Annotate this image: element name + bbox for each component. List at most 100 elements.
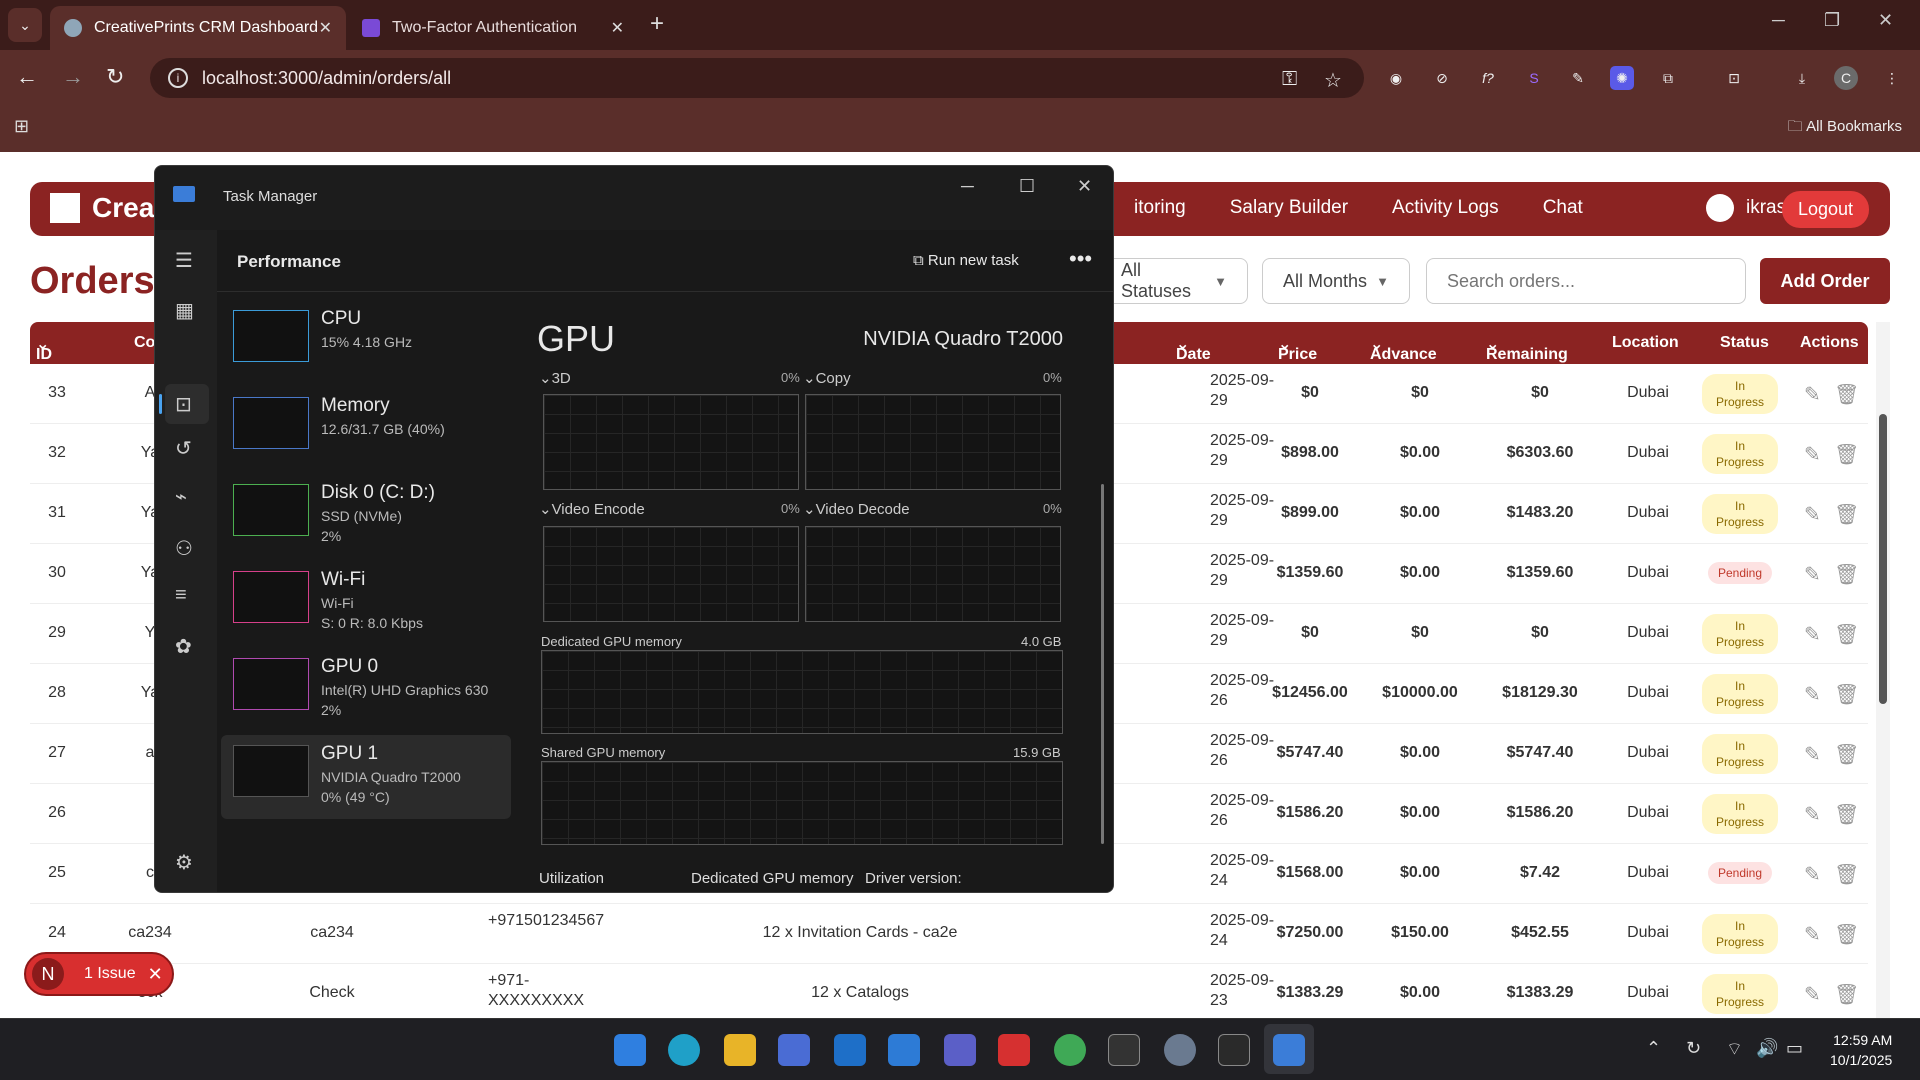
edit-pencil-icon[interactable]: ✎ (1804, 682, 1821, 707)
performance-icon[interactable]: ⊡ (175, 392, 192, 417)
edit-pencil-icon[interactable]: ✎ (1804, 442, 1821, 467)
edit-pencil-icon[interactable]: ✎ (1804, 922, 1821, 947)
back-icon[interactable]: ← (16, 64, 38, 90)
col-id[interactable]: ID ⌄ (36, 334, 52, 363)
status-filter[interactable]: All Statuses ▼ (1100, 258, 1248, 304)
details-icon[interactable]: ≡ (175, 584, 187, 607)
nav-monitoring[interactable]: itoring (1134, 197, 1186, 219)
start-windows-icon[interactable] (614, 1034, 646, 1066)
minimize-icon[interactable]: ─ (1772, 10, 1785, 31)
tab-crm-dashboard[interactable]: CreativePrints CRM Dashboard ✕ (50, 6, 346, 50)
battery-icon[interactable]: ▭ (1786, 1038, 1803, 1059)
site-info-icon[interactable]: i (168, 68, 188, 88)
tray-overflow-icon[interactable]: ⌃ (1646, 1038, 1661, 1059)
tab-search-chevron-icon[interactable]: ⌄ (8, 8, 42, 42)
wifi-icon[interactable]: ⌔ (1726, 1038, 1743, 1061)
chrome-icon[interactable] (1054, 1034, 1086, 1066)
table-row[interactable]: eckCheck+971-XXXXXXXXX12 x Catalogs2025-… (30, 964, 1868, 1024)
delete-trash-icon[interactable]: 🗑 (1834, 382, 1859, 407)
sync-icon[interactable]: ↻ (1686, 1038, 1701, 1059)
delete-trash-icon[interactable]: 🗑 (1834, 742, 1859, 767)
delete-trash-icon[interactable]: 🗑 (1834, 622, 1859, 647)
download-icon[interactable]: ⤓ (1790, 66, 1814, 90)
engine-video-encode-label[interactable]: ⌄Video Encode (539, 500, 645, 518)
password-key-icon[interactable]: ⚿ (1282, 68, 1297, 91)
new-tab-button[interactable]: + (650, 10, 664, 38)
s-extension-icon[interactable]: S (1522, 66, 1546, 90)
system-clock[interactable]: 12:59 AM 10/1/2025 (1830, 1030, 1892, 1070)
device-memory[interactable]: Memory 12.6/31.7 GB (40%) (221, 387, 511, 471)
app-cube-icon[interactable] (1108, 1034, 1140, 1066)
extensions-puzzle-icon[interactable]: ⧉ (1656, 66, 1680, 90)
close-issue-icon[interactable]: ✕ (148, 964, 163, 985)
processes-icon[interactable]: ▦ (175, 298, 194, 323)
camera-extension-icon[interactable]: ◉ (1384, 66, 1408, 90)
close-tab-icon[interactable]: ✕ (611, 18, 624, 38)
tm-scrollbar[interactable] (1101, 484, 1104, 844)
search-input[interactable] (1426, 258, 1746, 304)
more-options-icon[interactable]: ••• (1069, 246, 1092, 272)
nav-activity-logs[interactable]: Activity Logs (1392, 197, 1499, 219)
engine-copy-label[interactable]: ⌄Copy (803, 369, 851, 387)
terminal-icon[interactable] (1218, 1034, 1250, 1066)
nav-chat[interactable]: Chat (1543, 197, 1583, 219)
file-explorer-icon[interactable] (724, 1034, 756, 1066)
tab-two-factor[interactable]: Two-Factor Authentication ✕ (348, 6, 638, 50)
edit-pencil-icon[interactable]: ✎ (1804, 862, 1821, 887)
edit-pencil-icon[interactable]: ✎ (1804, 502, 1821, 527)
logout-button[interactable]: Logout (1782, 191, 1870, 228)
volume-icon[interactable]: 🔊 (1756, 1038, 1778, 1059)
issue-indicator[interactable]: N 1 Issue ✕ (24, 952, 174, 996)
edge-browser-icon[interactable] (668, 1034, 700, 1066)
device-cpu[interactable]: CPU 15% 4.18 GHz (221, 300, 511, 384)
delete-trash-icon[interactable]: 🗑 (1834, 862, 1859, 887)
col-remaining[interactable]: Remaining ⌄ (1486, 334, 1568, 363)
bookmark-star-icon[interactable]: ☆ (1324, 68, 1342, 93)
run-new-task-button[interactable]: ⧉ Run new task (913, 252, 1019, 269)
screenshot-icon[interactable]: ⊡ (1722, 66, 1746, 90)
delete-trash-icon[interactable]: 🗑 (1834, 922, 1859, 947)
delete-trash-icon[interactable]: 🗑 (1834, 502, 1859, 527)
edit-pencil-icon[interactable]: ✎ (1804, 562, 1821, 587)
app-history-icon[interactable]: ↺ (175, 436, 192, 461)
edit-pencil-icon[interactable]: ✎ (1804, 802, 1821, 827)
settings-gear-icon[interactable]: ⚙ (175, 850, 193, 875)
edit-pencil-icon[interactable]: ✎ (1804, 982, 1821, 1007)
all-bookmarks[interactable]: 🗀 All Bookmarks (1788, 116, 1902, 141)
hamburger-menu-icon[interactable]: ☰ (175, 248, 193, 273)
address-bar[interactable]: i localhost:3000/admin/orders/all (150, 58, 1364, 98)
gear-extension-icon[interactable]: ✺ (1610, 66, 1634, 90)
edit-pencil-icon[interactable]: ✎ (1804, 742, 1821, 767)
reload-icon[interactable]: ↻ (106, 64, 124, 90)
delete-trash-icon[interactable]: 🗑 (1834, 802, 1859, 827)
forward-icon[interactable]: → (62, 64, 84, 90)
col-date[interactable]: Date ⌄ (1176, 334, 1211, 363)
teams-icon[interactable] (944, 1034, 976, 1066)
nav-salary-builder[interactable]: Salary Builder (1230, 197, 1348, 219)
users-icon[interactable]: ⚇ (175, 536, 193, 561)
device-disk-0-c-d-[interactable]: Disk 0 (C: D:) SSD (NVMe) 2% (221, 474, 511, 558)
edit-pencil-icon[interactable]: ✎ (1804, 382, 1821, 407)
engine-video-decode-label[interactable]: ⌄Video Decode (803, 500, 910, 518)
close-tab-icon[interactable]: ✕ (319, 18, 332, 38)
device-gpu-0[interactable]: GPU 0 Intel(R) UHD Graphics 630 2% (221, 648, 511, 732)
outlook-icon[interactable] (834, 1034, 866, 1066)
device-wi-fi[interactable]: Wi-Fi Wi-Fi S: 0 R: 8.0 Kbps (221, 561, 511, 645)
delete-trash-icon[interactable]: 🗑 (1834, 442, 1859, 467)
device-gpu-1[interactable]: GPU 1 NVIDIA Quadro T2000 0% (49 °C) (221, 735, 511, 819)
col-advance[interactable]: Advance ⌄ (1370, 334, 1437, 363)
col-customer[interactable]: Co (134, 334, 155, 352)
wps-office-icon[interactable] (998, 1034, 1030, 1066)
col-price[interactable]: Price ⌄ (1278, 334, 1317, 363)
delete-trash-icon[interactable]: 🗑 (1834, 982, 1859, 1007)
tm-maximize-icon[interactable]: ☐ (1019, 176, 1035, 197)
delete-trash-icon[interactable]: 🗑 (1834, 682, 1859, 707)
task-manager-taskbar-icon[interactable] (1273, 1034, 1305, 1066)
month-filter[interactable]: All Months ▼ (1262, 258, 1410, 304)
vscode-icon[interactable] (888, 1034, 920, 1066)
page-scroll-thumb[interactable] (1879, 414, 1887, 704)
delete-trash-icon[interactable]: 🗑 (1834, 562, 1859, 587)
function-extension-icon[interactable]: f? (1476, 66, 1500, 90)
startup-apps-icon[interactable]: ⌁ (175, 484, 187, 509)
tm-minimize-icon[interactable]: ─ (961, 176, 974, 197)
